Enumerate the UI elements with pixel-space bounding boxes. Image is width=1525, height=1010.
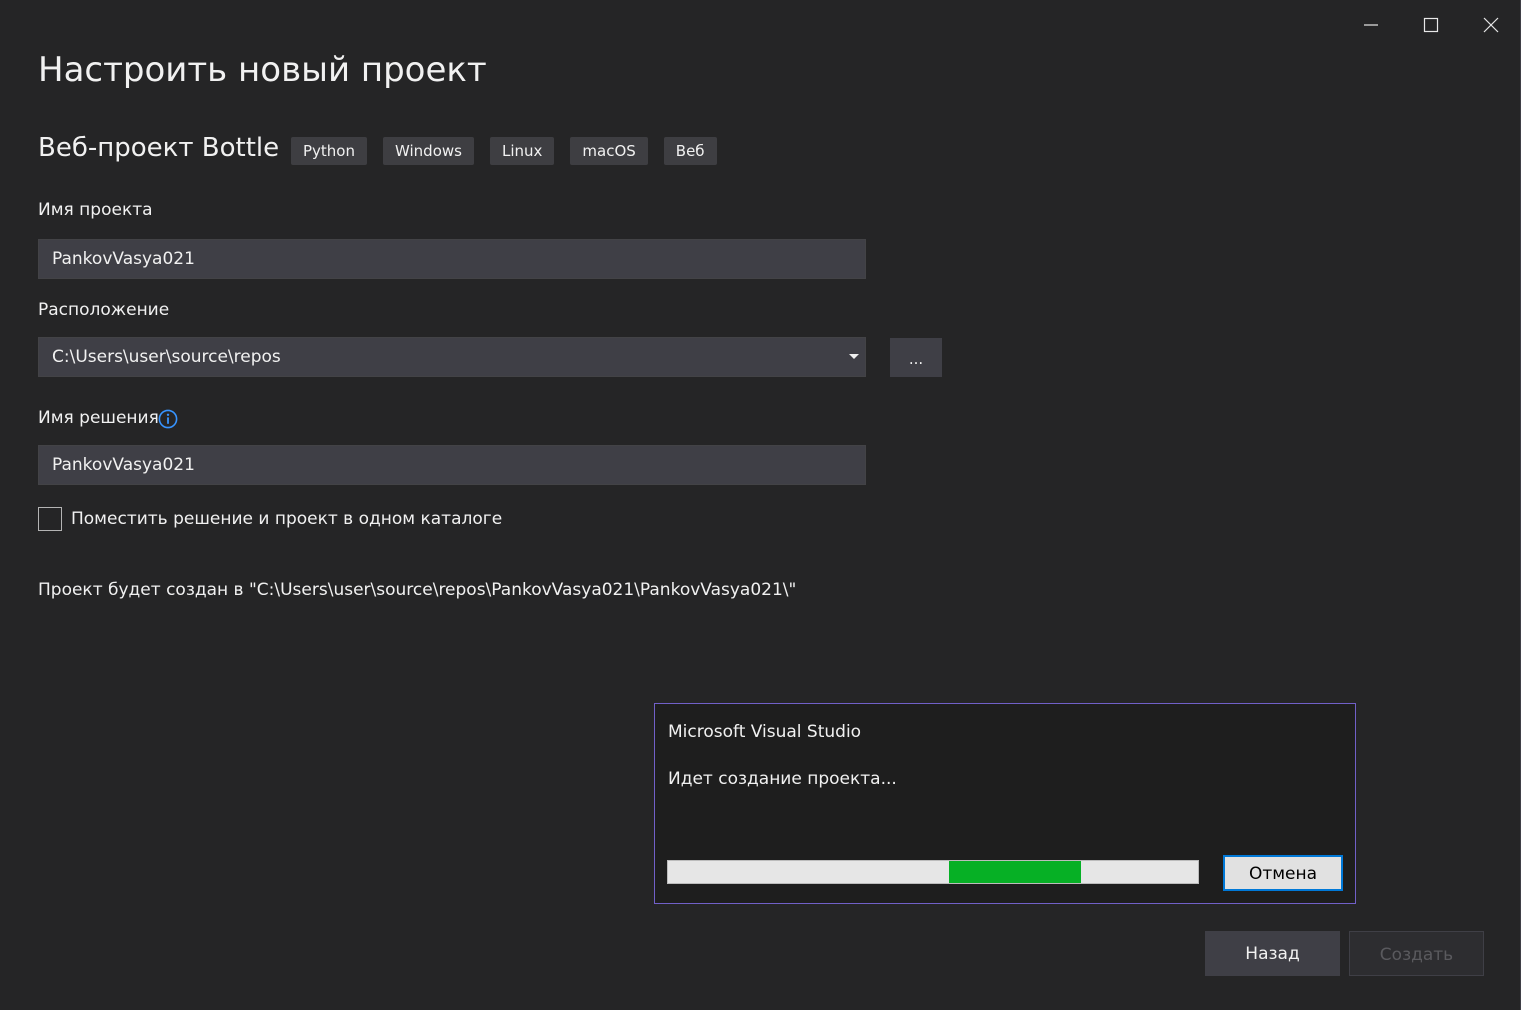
browse-button[interactable]: ... (890, 338, 942, 377)
progress-bar (667, 860, 1199, 884)
background-window-edge (1521, 0, 1525, 1010)
tag-linux: Linux (489, 137, 555, 165)
solution-name-input[interactable]: PankovVasya021 (38, 445, 866, 485)
tag-windows: Windows (383, 137, 474, 165)
page-title: Настроить новый проект (38, 50, 487, 90)
maximize-icon[interactable] (1402, 0, 1460, 50)
progress-bar-fill (948, 861, 1082, 883)
dialog-title: Microsoft Visual Studio (668, 722, 862, 742)
tag-web: Веб (663, 137, 717, 165)
create-button: Создать (1349, 931, 1484, 976)
chevron-down-icon[interactable] (849, 354, 859, 359)
cancel-button[interactable]: Отмена (1223, 855, 1343, 891)
location-value: C:\Users\user\source\repos (52, 347, 281, 367)
project-name-input[interactable]: PankovVasya021 (38, 239, 866, 279)
tag-python: Python (291, 137, 367, 165)
back-button[interactable]: Назад (1205, 931, 1340, 976)
info-icon[interactable] (158, 409, 178, 429)
tag-macos: macOS (570, 137, 648, 165)
progress-dialog: Microsoft Visual Studio Идет создание пр… (654, 703, 1356, 904)
template-tags: Python Windows Linux macOS Веб (291, 137, 717, 165)
close-icon[interactable] (1462, 0, 1520, 50)
solution-name-label: Имя решения (38, 408, 159, 428)
minimize-icon[interactable] (1342, 0, 1400, 50)
location-label: Расположение (38, 300, 170, 320)
same-directory-checkbox[interactable] (38, 507, 62, 531)
configure-project-window: Настроить новый проект Веб-проект Bottle… (0, 0, 1521, 1010)
project-path-note: Проект будет создан в "C:\Users\user\sou… (38, 580, 797, 600)
location-combobox[interactable]: C:\Users\user\source\repos (38, 337, 866, 377)
project-name-label: Имя проекта (38, 200, 153, 220)
same-directory-label[interactable]: Поместить решение и проект в одном катал… (71, 509, 502, 529)
template-name: Веб-проект Bottle (38, 133, 280, 163)
dialog-message: Идет создание проекта... (668, 769, 897, 789)
